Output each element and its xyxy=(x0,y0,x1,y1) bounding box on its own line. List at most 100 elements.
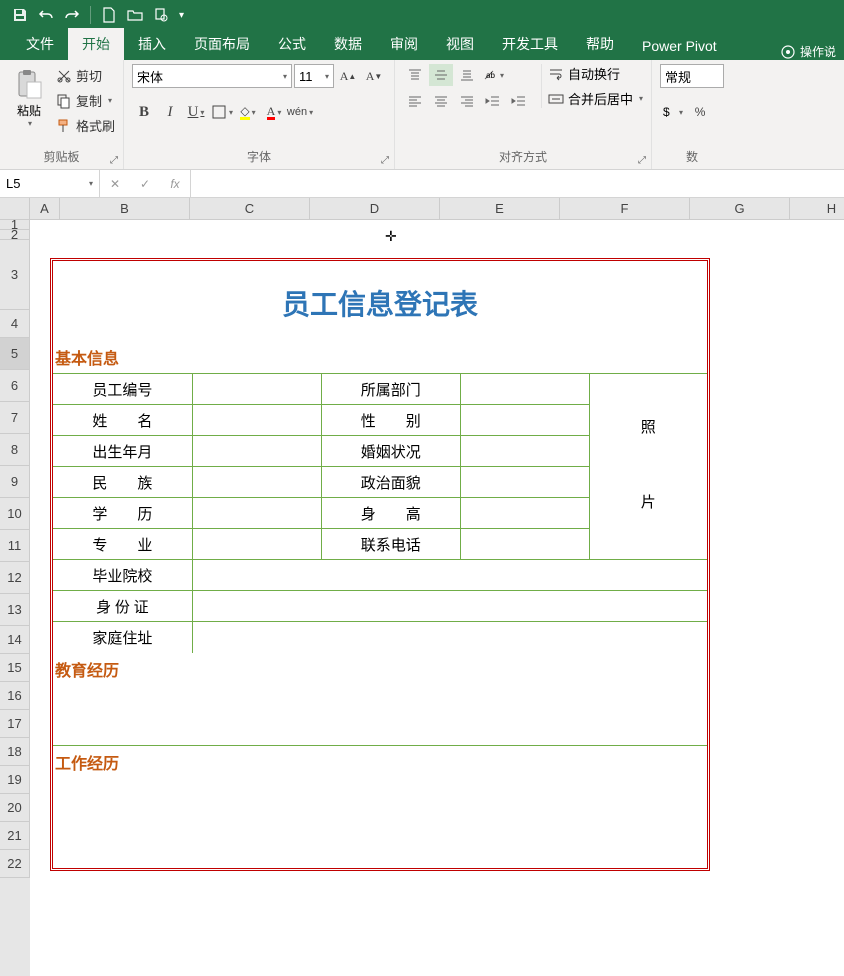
clipboard-launcher-icon[interactable]: ⤢ xyxy=(107,153,121,167)
row-header[interactable]: 9 xyxy=(0,466,30,498)
wrap-text-button[interactable]: 自动换行 xyxy=(548,64,643,83)
row-header[interactable]: 11 xyxy=(0,530,30,562)
align-bottom-icon[interactable] xyxy=(455,64,479,86)
qat-customize-icon[interactable]: ▾ xyxy=(175,10,188,21)
underline-button[interactable]: U▾ xyxy=(184,100,208,124)
value-empno[interactable] xyxy=(192,374,321,405)
paste-button[interactable]: 粘贴 ▾ xyxy=(8,64,50,128)
col-header[interactable]: A xyxy=(30,198,60,219)
col-header[interactable]: B xyxy=(60,198,190,219)
fx-icon[interactable]: fx xyxy=(160,170,190,197)
row-header[interactable]: 14 xyxy=(0,626,30,654)
tab-powerpivot[interactable]: Power Pivot xyxy=(628,32,731,60)
alignment-launcher-icon[interactable]: ⤢ xyxy=(635,153,649,167)
value-addr[interactable] xyxy=(192,622,707,653)
align-left-icon[interactable] xyxy=(403,90,427,112)
cut-button[interactable]: 剪切 xyxy=(56,66,115,85)
tab-formulas[interactable]: 公式 xyxy=(264,28,320,60)
print-preview-icon[interactable] xyxy=(149,3,173,27)
enter-formula-icon[interactable]: ✓ xyxy=(130,170,160,197)
col-header[interactable]: G xyxy=(690,198,790,219)
name-box[interactable]: L5▾ xyxy=(0,170,100,197)
row-header[interactable]: 13 xyxy=(0,594,30,626)
photo-cell[interactable]: 照片 xyxy=(589,374,707,560)
tab-developer[interactable]: 开发工具 xyxy=(488,28,572,60)
align-middle-icon[interactable] xyxy=(429,64,453,86)
row-header[interactable]: 22 xyxy=(0,850,30,878)
italic-button[interactable]: I xyxy=(158,100,182,124)
percent-format-icon[interactable]: % xyxy=(688,100,712,124)
row-header[interactable]: 19 xyxy=(0,766,30,794)
row-header[interactable]: 8 xyxy=(0,434,30,466)
font-name-combo[interactable]: 宋体▾ xyxy=(132,64,292,88)
value-name[interactable] xyxy=(192,405,321,436)
copy-button[interactable]: 复制▾ xyxy=(56,91,115,110)
tab-insert[interactable]: 插入 xyxy=(124,28,180,60)
undo-icon[interactable] xyxy=(34,3,58,27)
value-birth[interactable] xyxy=(192,436,321,467)
align-top-icon[interactable] xyxy=(403,64,427,86)
col-header[interactable]: D xyxy=(310,198,440,219)
value-political[interactable] xyxy=(460,467,589,498)
align-right-icon[interactable] xyxy=(455,90,479,112)
decrease-font-icon[interactable]: A▼ xyxy=(362,64,386,88)
tell-me[interactable]: 操作说 xyxy=(772,43,844,60)
worksheet[interactable]: A B C D E F G H 123456789101112131415161… xyxy=(0,198,844,976)
tab-help[interactable]: 帮助 xyxy=(572,28,628,60)
value-dept[interactable] xyxy=(460,374,589,405)
tab-layout[interactable]: 页面布局 xyxy=(180,28,264,60)
row-header[interactable]: 5 xyxy=(0,338,30,370)
border-button[interactable]: ▾ xyxy=(210,100,234,124)
value-marital[interactable] xyxy=(460,436,589,467)
row-header[interactable]: 12 xyxy=(0,562,30,594)
col-header[interactable]: E xyxy=(440,198,560,219)
fill-color-button[interactable]: ◇▾ xyxy=(236,100,260,124)
merge-center-button[interactable]: 合并后居中▾ xyxy=(548,89,643,108)
row-header[interactable]: 20 xyxy=(0,794,30,822)
tab-home[interactable]: 开始 xyxy=(68,28,124,60)
number-format-combo[interactable]: 常规 xyxy=(660,64,724,88)
font-size-combo[interactable]: 11▾ xyxy=(294,64,334,88)
tab-data[interactable]: 数据 xyxy=(320,28,376,60)
row-header[interactable]: 16 xyxy=(0,682,30,710)
decrease-indent-icon[interactable] xyxy=(481,90,505,112)
bold-button[interactable]: B xyxy=(132,100,156,124)
row-header[interactable]: 6 xyxy=(0,370,30,402)
grid-cells[interactable]: ✛ 员工信息登记表 基本信息 员工编号 所属部门 照片 姓 名 xyxy=(30,220,844,976)
orientation-icon[interactable]: ab▾ xyxy=(481,64,505,86)
phonetic-button[interactable]: wén▾ xyxy=(288,100,312,124)
value-edu[interactable] xyxy=(192,498,321,529)
new-file-icon[interactable] xyxy=(97,3,121,27)
save-icon[interactable] xyxy=(8,3,32,27)
tab-review[interactable]: 审阅 xyxy=(376,28,432,60)
row-header[interactable]: 18 xyxy=(0,738,30,766)
col-header[interactable]: C xyxy=(190,198,310,219)
font-color-button[interactable]: A▾ xyxy=(262,100,286,124)
value-gender[interactable] xyxy=(460,405,589,436)
redo-icon[interactable] xyxy=(60,3,84,27)
format-painter-button[interactable]: 格式刷 xyxy=(56,116,115,135)
increase-font-icon[interactable]: A▲ xyxy=(336,64,360,88)
row-header[interactable]: 4 xyxy=(0,310,30,338)
row-header[interactable]: 2 xyxy=(0,230,30,240)
cancel-formula-icon[interactable]: ✕ xyxy=(100,170,130,197)
row-header[interactable]: 10 xyxy=(0,498,30,530)
work-body[interactable] xyxy=(53,778,707,868)
open-file-icon[interactable] xyxy=(123,3,147,27)
value-idcard[interactable] xyxy=(192,591,707,622)
value-ethnic[interactable] xyxy=(192,467,321,498)
row-header[interactable]: 3 xyxy=(0,240,30,310)
font-launcher-icon[interactable]: ⤢ xyxy=(378,153,392,167)
tab-view[interactable]: 视图 xyxy=(432,28,488,60)
education-body[interactable] xyxy=(53,685,707,745)
col-header[interactable]: H xyxy=(790,198,844,219)
row-header[interactable]: 15 xyxy=(0,654,30,682)
value-phone[interactable] xyxy=(460,529,589,560)
value-school[interactable] xyxy=(192,560,707,591)
accounting-format-icon[interactable]: $▾ xyxy=(660,100,684,124)
row-headers[interactable]: 12345678910111213141516171819202122 xyxy=(0,220,30,976)
value-height[interactable] xyxy=(460,498,589,529)
row-header[interactable]: 7 xyxy=(0,402,30,434)
row-header[interactable]: 21 xyxy=(0,822,30,850)
tab-file[interactable]: 文件 xyxy=(12,28,68,60)
